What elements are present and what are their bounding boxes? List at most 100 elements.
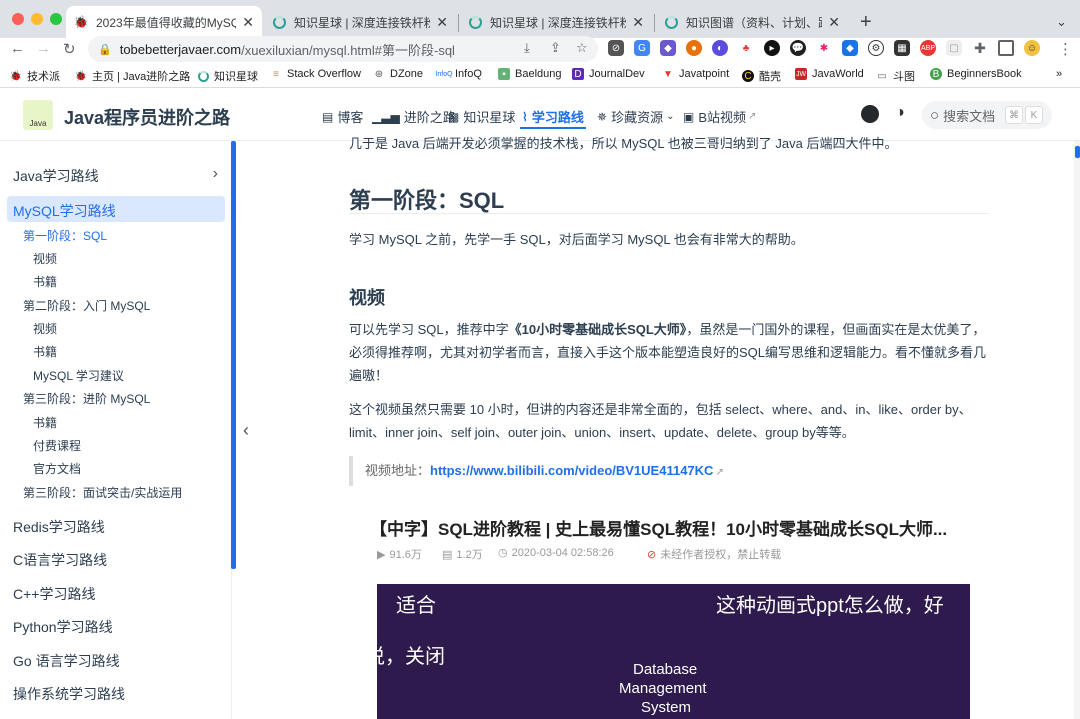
forward-arrow-icon[interactable]: → bbox=[36, 40, 51, 57]
external-link-icon: ↗ bbox=[715, 467, 724, 478]
chevron-down-icon: ⌄ bbox=[666, 111, 675, 122]
browser-tab[interactable]: 知识星球 | 深度连接铁杆粉丝, 运营 ✕ bbox=[460, 6, 652, 38]
sidebar-subitem[interactable]: 第三阶段：面试突击/实战运用 bbox=[23, 484, 182, 501]
sidebar-item-cpp[interactable]: C++学习路线 bbox=[13, 584, 95, 604]
nav-learning-path[interactable]: ⌇ 学习路线 bbox=[522, 107, 584, 126]
theme-toggle-icon[interactable]: ◑ bbox=[895, 104, 905, 122]
page-scrollbar[interactable] bbox=[1074, 141, 1080, 719]
bookmark-item[interactable]: D JournalDev bbox=[572, 68, 645, 80]
bookmark-star-icon[interactable]: ☆ bbox=[576, 40, 588, 56]
sidebar-subitem[interactable]: 书籍 bbox=[33, 343, 57, 360]
extension-icon[interactable]: ◐ bbox=[712, 40, 728, 56]
folder-icon: ▭ bbox=[877, 70, 887, 82]
sidebar-subitem[interactable]: 第三阶段：进阶 MySQL bbox=[23, 390, 150, 407]
collapse-sidebar-icon[interactable]: ‹ bbox=[243, 420, 249, 441]
sidebar-subitem[interactable]: 付费课程 bbox=[33, 437, 81, 454]
sidebar-item-go[interactable]: Go 语言学习路线 bbox=[13, 651, 120, 671]
puzzle-extensions-icon[interactable]: ✚ bbox=[972, 40, 988, 56]
maximize-window-button[interactable] bbox=[50, 13, 62, 25]
bookmark-item[interactable]: ▪ Baeldung bbox=[498, 68, 562, 80]
sidebar-subitem[interactable]: 第一阶段：SQL bbox=[23, 227, 107, 244]
sidebar-item-java[interactable]: Java学习路线 › bbox=[13, 165, 218, 186]
browser-tab[interactable]: 知识图谱（资料、计划、路线 ✕ bbox=[656, 6, 848, 38]
bookmarks-overflow-button[interactable]: » bbox=[1056, 68, 1062, 80]
nav-resources[interactable]: ✵ 珍藏资源 ⌄ bbox=[597, 107, 674, 126]
nav-bilibili[interactable]: ▣ B站视频 ↗ bbox=[683, 107, 756, 126]
extension-icon[interactable]: ▸ bbox=[764, 40, 780, 56]
sidebar-item-redis[interactable]: Redis学习路线 bbox=[13, 517, 105, 537]
url-host: tobebetterjavaer.com bbox=[119, 41, 242, 57]
extension-icon[interactable]: ◆ bbox=[660, 40, 676, 56]
extension-icon[interactable]: ● bbox=[686, 40, 702, 56]
extension-icon[interactable]: ⊘ bbox=[608, 40, 624, 56]
sidebar-item-python[interactable]: Python学习路线 bbox=[13, 617, 113, 637]
reload-icon[interactable]: ↻ bbox=[63, 40, 76, 58]
sidebar-subitem[interactable]: 书籍 bbox=[33, 273, 57, 290]
nav-blog[interactable]: ▤ 博客 bbox=[322, 107, 363, 126]
page-scrollbar-thumb[interactable] bbox=[1075, 146, 1080, 158]
bookmark-item[interactable]: 知识星球 bbox=[197, 68, 258, 84]
section-heading: 第一阶段：SQL bbox=[349, 188, 505, 213]
sidebar-subitem[interactable]: 书籍 bbox=[33, 414, 57, 431]
sidebar-subitem[interactable]: 官方文档 bbox=[33, 460, 81, 477]
install-icon[interactable]: ⤓ bbox=[524, 40, 530, 56]
sidebar-subitem[interactable]: MySQL 学习建议 bbox=[33, 367, 124, 384]
video-subtitle: 说，关闭 bbox=[377, 646, 445, 668]
search-box[interactable]: ○ 搜索文档 ⌘ K bbox=[922, 101, 1052, 129]
extension-icon[interactable]: 💬 bbox=[790, 40, 806, 56]
bookmark-item[interactable]: 🐞 主页 | Java进阶之路 bbox=[75, 68, 190, 84]
k-key-hint: K bbox=[1025, 106, 1043, 124]
video-link[interactable]: https://www.bilibili.com/video/BV1UE4114… bbox=[430, 463, 713, 478]
video-danmaku: ▤ 1.2万 bbox=[442, 548, 483, 562]
bookmark-item[interactable]: ≡ Stack Overflow bbox=[270, 68, 361, 80]
site-title[interactable]: Java程序员进阶之路 bbox=[64, 104, 230, 130]
extension-icon[interactable]: ◆ bbox=[842, 40, 858, 56]
back-arrow-icon[interactable]: ← bbox=[10, 40, 25, 57]
extension-icon[interactable]: ✱ bbox=[816, 40, 832, 56]
sidebar-subitem[interactable]: 视频 bbox=[33, 320, 57, 337]
bookmark-item[interactable]: ▭ 斗图 bbox=[876, 68, 915, 84]
nav-advance-path[interactable]: ▁▃▅ 进阶之路 bbox=[372, 107, 456, 126]
browser-tab[interactable]: 知识星球 | 深度连接铁杆粉丝, 运营 ✕ bbox=[264, 6, 456, 38]
extension-icon[interactable]: ♣ bbox=[738, 40, 754, 56]
tab-search-icon[interactable]: ⌄ bbox=[1048, 6, 1072, 38]
close-tab-icon[interactable]: ✕ bbox=[828, 14, 840, 31]
sidebar-item-os[interactable]: 操作系统学习路线 bbox=[13, 684, 125, 704]
bookmark-item[interactable]: JW JavaWorld bbox=[795, 68, 864, 80]
extension-icon[interactable]: ⚙ bbox=[868, 40, 884, 56]
close-tab-icon[interactable]: ✕ bbox=[242, 14, 254, 31]
adblock-extension-icon[interactable]: ABP bbox=[920, 40, 936, 56]
translate-extension-icon[interactable]: G bbox=[634, 40, 650, 56]
browser-menu-icon[interactable]: ⋮ bbox=[1058, 40, 1073, 58]
bookmark-item[interactable]: 🐞 技术派 bbox=[10, 68, 60, 84]
bookmark-item[interactable]: ⊛ DZone bbox=[373, 68, 423, 80]
video-title[interactable]: 【中字】SQL进阶教程 | 史上最易懂SQL教程！10小时零基础成长SQL大师.… bbox=[370, 515, 947, 540]
video-player[interactable]: 适合 这种动画式ppt怎么做，好 说，关闭 Database Managemen… bbox=[377, 584, 970, 719]
bookmark-item[interactable]: B BeginnersBook bbox=[930, 68, 1022, 80]
browser-tab[interactable]: 🐞 2023年最值得收藏的MySQL学习 ✕ bbox=[66, 6, 262, 38]
close-window-button[interactable] bbox=[12, 13, 24, 25]
bookmark-item[interactable]: ▼ Javatpoint bbox=[662, 68, 729, 80]
share-icon[interactable]: ⇪ bbox=[550, 40, 561, 56]
sidebar-item-c[interactable]: C语言学习路线 bbox=[13, 550, 107, 570]
side-panel-icon[interactable] bbox=[998, 40, 1014, 56]
profile-avatar[interactable]: ☺ bbox=[1024, 40, 1040, 56]
close-tab-icon[interactable]: ✕ bbox=[632, 14, 644, 31]
extension-icon[interactable]: ▢ bbox=[946, 40, 962, 56]
site-logo[interactable]: Java bbox=[23, 100, 53, 130]
github-icon[interactable] bbox=[861, 105, 879, 123]
new-tab-button[interactable]: + bbox=[852, 6, 880, 38]
close-tab-icon[interactable]: ✕ bbox=[436, 14, 448, 31]
address-bar[interactable]: 🔒 tobebetterjavaer.com /xuexiluxian/mysq… bbox=[88, 36, 598, 62]
extension-icon[interactable]: ▦ bbox=[894, 40, 910, 56]
bookmark-item[interactable]: C 酷壳 bbox=[742, 68, 781, 84]
bookmark-item[interactable]: InfoQ InfoQ bbox=[435, 68, 481, 80]
coolshell-icon: C bbox=[742, 70, 754, 82]
minimize-window-button[interactable] bbox=[31, 13, 43, 25]
sidebar-subitem[interactable]: 第二阶段：入门 MySQL bbox=[23, 297, 150, 314]
sidebar-subitem[interactable]: 视频 bbox=[33, 250, 57, 267]
lock-icon: 🔒 bbox=[98, 43, 112, 56]
bookmark-favicon-icon: 🐞 bbox=[74, 70, 88, 82]
nav-zsxq[interactable]: ▩ 知识星球 bbox=[448, 107, 515, 126]
sidebar-item-mysql[interactable]: MySQL学习路线 bbox=[13, 201, 116, 221]
